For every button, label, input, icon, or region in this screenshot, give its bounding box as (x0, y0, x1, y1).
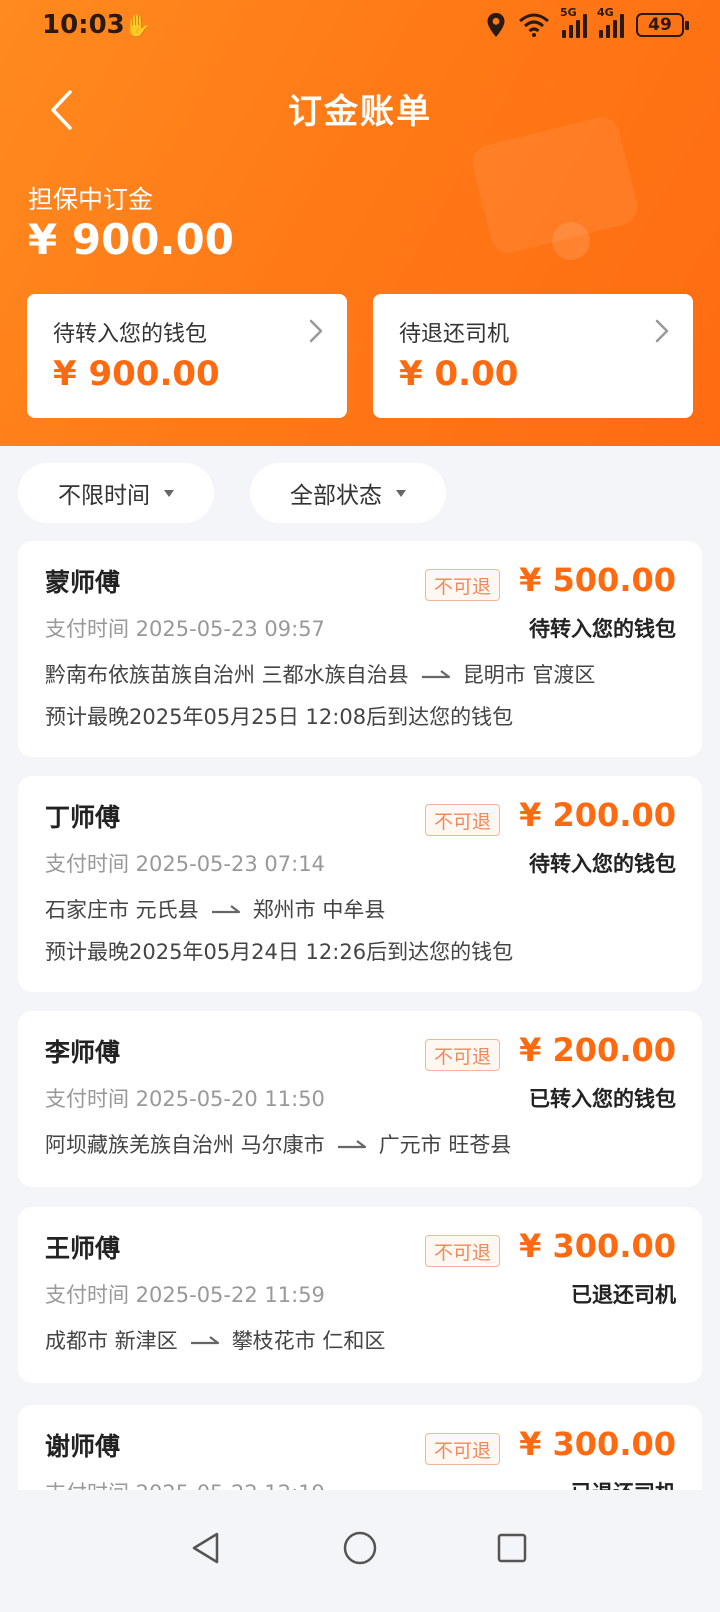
non-refundable-tag: 不可退 (424, 1433, 500, 1465)
location-icon (487, 13, 505, 37)
signal-4g-icon: 4G (597, 6, 624, 38)
status-icons: 5G 4G 49 (486, 6, 689, 38)
driver-name: 王师傅 (45, 1234, 121, 1263)
time-filter[interactable]: 不限时间 (18, 463, 214, 523)
route-destination: 广元市 旺苍县 (378, 1133, 512, 1157)
payment-time: 支付时间 2025-05-23 07:14 (45, 852, 325, 876)
order-route: 黔南布依族苗族自治州 三都水族自治县 昆明市 官渡区 (45, 659, 595, 689)
signal-5g-label: 5G (560, 6, 577, 19)
pending-refund-amount: ¥ 0.00 (399, 354, 519, 394)
order-amount: ¥ 200.00 (519, 1031, 676, 1069)
hand-icon: ✋ (124, 14, 152, 39)
order-status: 待转入您的钱包 (529, 852, 676, 876)
payment-time: 支付时间 2025-05-20 11:50 (45, 1087, 325, 1111)
driver-name: 蒙师傅 (45, 568, 121, 597)
signal-5g-icon: 5G (560, 6, 587, 38)
battery-level: 49 (648, 15, 672, 35)
arrow-right-icon (190, 1336, 219, 1345)
pending-refund-card[interactable]: 待退还司机 ¥ 0.00 (373, 294, 693, 418)
status-time: 10:03 (42, 10, 125, 40)
arrow-right-icon (421, 670, 450, 679)
chevron-right-icon (655, 319, 669, 343)
arrow-right-icon (337, 1140, 366, 1149)
status-filter[interactable]: 全部状态 (250, 463, 446, 523)
order-amount: ¥ 300.00 (519, 1227, 676, 1265)
order-eta: 预计最晚2025年05月24日 12:26后到达您的钱包 (45, 940, 514, 964)
order-amount: ¥ 200.00 (519, 796, 676, 834)
route-origin: 阿坝藏族羌族自治州 马尔康市 (45, 1133, 325, 1157)
triangle-back-icon (192, 1532, 219, 1564)
header-banner: 10:03 ✋ 5G 4G 49 订金账单 担保中订金 ¥ 900.00 待转入… (0, 0, 720, 446)
non-refundable-tag: 不可退 (424, 804, 500, 836)
order-amount: ¥ 500.00 (519, 561, 676, 599)
caret-down-icon (164, 489, 174, 497)
route-origin: 石家庄市 元氏县 (45, 898, 199, 922)
order-card[interactable]: 李师傅 不可退 ¥ 200.00 支付时间 2025-05-20 11:50 已… (18, 1011, 702, 1187)
status-bar: 10:03 ✋ 5G 4G 49 (0, 0, 720, 54)
nav-recent-button[interactable] (482, 1518, 542, 1578)
order-status: 待转入您的钱包 (529, 617, 676, 641)
time-filter-label: 不限时间 (58, 483, 150, 509)
order-card[interactable]: 丁师傅 不可退 ¥ 200.00 支付时间 2025-05-23 07:14 待… (18, 776, 702, 992)
pending-wallet-amount: ¥ 900.00 (53, 354, 220, 394)
driver-name: 丁师傅 (45, 803, 121, 832)
nav-back-button[interactable] (176, 1518, 236, 1578)
non-refundable-tag: 不可退 (424, 569, 500, 601)
square-recent-icon (497, 1533, 527, 1563)
circle-home-icon (343, 1531, 377, 1565)
pending-wallet-card[interactable]: 待转入您的钱包 ¥ 900.00 (27, 294, 347, 418)
battery-icon: 49 (636, 13, 689, 37)
order-status: 已退还司机 (571, 1283, 676, 1307)
route-origin: 成都市 新津区 (45, 1329, 178, 1353)
page-title: 订金账单 (288, 92, 432, 132)
driver-name: 谢师傅 (45, 1432, 121, 1461)
non-refundable-tag: 不可退 (424, 1235, 500, 1267)
driver-name: 李师傅 (45, 1038, 121, 1067)
pending-refund-label: 待退还司机 (399, 322, 510, 347)
route-destination: 郑州市 中牟县 (252, 898, 386, 922)
decoration-dot (552, 222, 590, 260)
payment-time: 支付时间 2025-05-23 09:57 (45, 617, 325, 641)
non-refundable-tag: 不可退 (424, 1039, 500, 1071)
caret-down-icon (396, 489, 406, 497)
order-route: 石家庄市 元氏县 郑州市 中牟县 (45, 894, 385, 924)
order-amount: ¥ 300.00 (519, 1425, 676, 1463)
order-status: 已转入您的钱包 (529, 1087, 676, 1111)
signal-4g-label: 4G (597, 6, 614, 19)
guarantee-label: 担保中订金 (28, 185, 154, 214)
payment-time: 支付时间 2025-05-22 11:59 (45, 1283, 325, 1307)
order-route: 阿坝藏族羌族自治州 马尔康市 广元市 旺苍县 (45, 1129, 511, 1159)
route-origin: 黔南布依族苗族自治州 三都水族自治县 (45, 663, 409, 687)
arrow-right-icon (211, 905, 240, 914)
route-destination: 昆明市 官渡区 (462, 663, 596, 687)
order-eta: 预计最晚2025年05月25日 12:08后到达您的钱包 (45, 705, 514, 729)
status-filter-label: 全部状态 (290, 483, 382, 509)
order-card[interactable]: 蒙师傅 不可退 ¥ 500.00 支付时间 2025-05-23 09:57 待… (18, 541, 702, 757)
pending-wallet-label: 待转入您的钱包 (53, 322, 208, 347)
route-destination: 攀枝花市 仁和区 (231, 1329, 386, 1353)
chevron-right-icon (309, 319, 323, 343)
nav-home-button[interactable] (330, 1518, 390, 1578)
order-route: 成都市 新津区 攀枝花市 仁和区 (45, 1325, 385, 1355)
guarantee-amount: ¥ 900.00 (28, 215, 234, 264)
order-card[interactable]: 王师傅 不可退 ¥ 300.00 支付时间 2025-05-22 11:59 已… (18, 1207, 702, 1383)
wifi-icon (519, 13, 549, 37)
